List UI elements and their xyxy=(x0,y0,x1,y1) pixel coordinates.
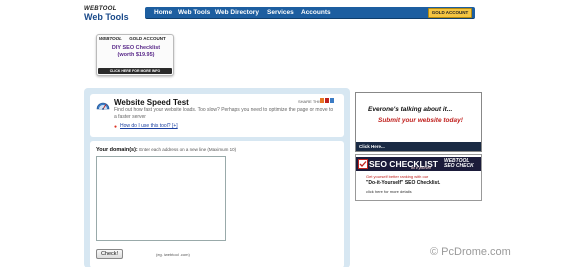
logo-bottom-text: Web Tools xyxy=(84,12,129,22)
checklist-icon xyxy=(358,159,368,169)
seo-banner-line1: Get yourself better ranking with our xyxy=(366,174,429,179)
tool-panel: Website Speed Test SHARE THIS Find out h… xyxy=(84,88,350,267)
banner1-footer[interactable]: Click Here... xyxy=(356,142,481,151)
nav-home[interactable]: Home xyxy=(154,9,172,16)
domain-label: Your domain(s): Enter each address on a … xyxy=(96,147,236,153)
site-logo[interactable]: WEBTOOL Web Tools xyxy=(82,6,142,24)
domain-input[interactable] xyxy=(96,156,226,241)
page-title: Website Speed Test xyxy=(114,98,189,107)
share-label[interactable]: SHARE THIS xyxy=(298,99,322,104)
banner1-line2: Submit your website today! xyxy=(378,117,463,124)
share-icon[interactable] xyxy=(320,98,334,103)
example-text: (eg. iwebtool .com) xyxy=(156,252,190,257)
gold-account-ad[interactable]: WEBTOOL GOLD ACCOUNT DIY SEO Checklist (… xyxy=(96,34,174,76)
banner1-line1: Everone's talking about it... xyxy=(368,106,453,113)
help-bullet-icon: ● xyxy=(114,124,118,130)
seo-checklist-banner[interactable]: SEO CHECKLIST do it yourself WEBTOOL SEO… xyxy=(355,154,482,201)
tool-header: Website Speed Test SHARE THIS Find out h… xyxy=(90,94,344,137)
check-button[interactable]: Check! xyxy=(96,249,123,259)
gold-ad-brand: WEBTOOL xyxy=(99,36,122,41)
nav-services[interactable]: Services xyxy=(267,9,294,16)
main-nav: Home Web Tools Web Directory Services Ac… xyxy=(145,7,475,19)
watermark: © PcDrome.com xyxy=(430,246,511,258)
seo-banner-subtitle: do it yourself xyxy=(411,166,431,170)
domain-hint: Enter each address on a new line (Maximu… xyxy=(139,147,237,152)
seo-banner-line2: "Do-it-Yourself" SEO Checklist. xyxy=(366,180,441,186)
nav-accounts[interactable]: Accounts xyxy=(301,9,331,16)
domain-form: Your domain(s): Enter each address on a … xyxy=(90,141,344,267)
seo-banner-line3[interactable]: click here for more details xyxy=(366,189,412,194)
help-link[interactable]: How do I use this tool? [+] xyxy=(120,123,178,129)
seo-banner-brand: WEBTOOL SEO CHECK xyxy=(444,158,474,169)
nav-web-tools[interactable]: Web Tools xyxy=(178,9,210,16)
nav-web-directory[interactable]: Web Directory xyxy=(215,9,259,16)
speedometer-icon xyxy=(96,102,110,110)
gold-ad-price: (worth $19.95) xyxy=(117,52,155,58)
gold-ad-label: GOLD ACCOUNT xyxy=(129,36,166,41)
submit-website-banner[interactable]: Everone's talking about it... Submit you… xyxy=(355,92,482,152)
gold-ad-cta[interactable]: CLICK HERE FOR MORE INFO xyxy=(98,68,172,74)
seo-banner-header: SEO CHECKLIST do it yourself WEBTOOL SEO… xyxy=(356,157,481,171)
tool-intro: Find out how fast your website loads. To… xyxy=(114,107,334,120)
gold-account-button[interactable]: GOLD ACCOUNT xyxy=(428,8,472,18)
domain-label-text: Your domain(s): xyxy=(96,147,138,153)
gold-ad-header: WEBTOOL GOLD ACCOUNT xyxy=(99,36,173,44)
gold-ad-title: DIY SEO Checklist xyxy=(111,45,161,51)
